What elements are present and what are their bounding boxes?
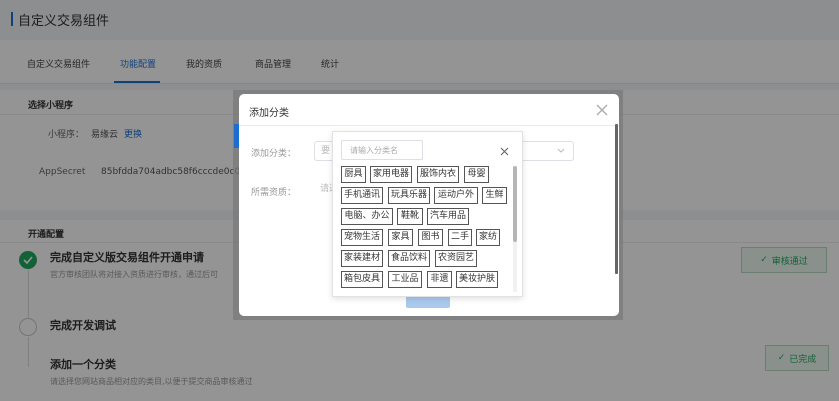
category-tag[interactable]: 箱包皮具 — [341, 271, 383, 288]
modal-title: 添加分类 — [249, 108, 289, 119]
category-tag[interactable]: 农资园艺 — [435, 250, 477, 267]
dropdown-scroll-thumb[interactable] — [513, 166, 517, 242]
category-field-label: 添加分类： — [251, 149, 297, 159]
category-tag[interactable]: 家纺 — [476, 229, 500, 246]
category-tag[interactable]: 家装建材 — [341, 250, 383, 267]
category-tag[interactable]: 母婴 — [464, 166, 489, 183]
qualification-field-label: 所需资质： — [251, 188, 297, 198]
category-tag[interactable]: 家用电器 — [370, 166, 412, 183]
category-tag[interactable]: 二手 — [448, 229, 472, 246]
category-tag[interactable]: 生鲜 — [482, 187, 507, 204]
category-tag[interactable]: 电脑、办公 — [341, 208, 393, 225]
category-tag[interactable]: 厨具 — [341, 166, 366, 183]
category-tag[interactable]: 运动户外 — [434, 187, 478, 204]
category-tag[interactable]: 玩具乐器 — [388, 187, 430, 204]
category-tag[interactable]: 美妆护肤 — [456, 271, 498, 288]
category-search-input[interactable] — [341, 140, 423, 160]
category-tag[interactable]: 鞋靴 — [397, 208, 423, 225]
category-tag[interactable]: 服饰内衣 — [417, 166, 459, 183]
category-tag[interactable]: 工业品 — [388, 271, 422, 288]
modal-scrollbar[interactable] — [615, 124, 618, 274]
category-tag[interactable]: 家具 — [388, 229, 413, 246]
category-tag[interactable]: 手机通讯 — [341, 187, 383, 204]
category-tag[interactable]: 非遗 — [427, 271, 452, 288]
category-dropdown: 厨具 家用电器 服饰内衣 母婴 手机通讯 玩具乐器 运动户外 生鲜 电脑、办公 … — [332, 131, 523, 297]
category-tag[interactable]: 图书 — [418, 229, 443, 246]
close-icon[interactable] — [595, 103, 609, 117]
close-icon[interactable] — [500, 147, 509, 156]
divider — [239, 125, 619, 126]
category-tag[interactable]: 食品饮料 — [388, 250, 430, 267]
category-tag[interactable]: 汽车用品 — [427, 208, 469, 225]
chevron-down-icon — [557, 148, 565, 153]
category-tag[interactable]: 宠物生活 — [341, 229, 383, 246]
